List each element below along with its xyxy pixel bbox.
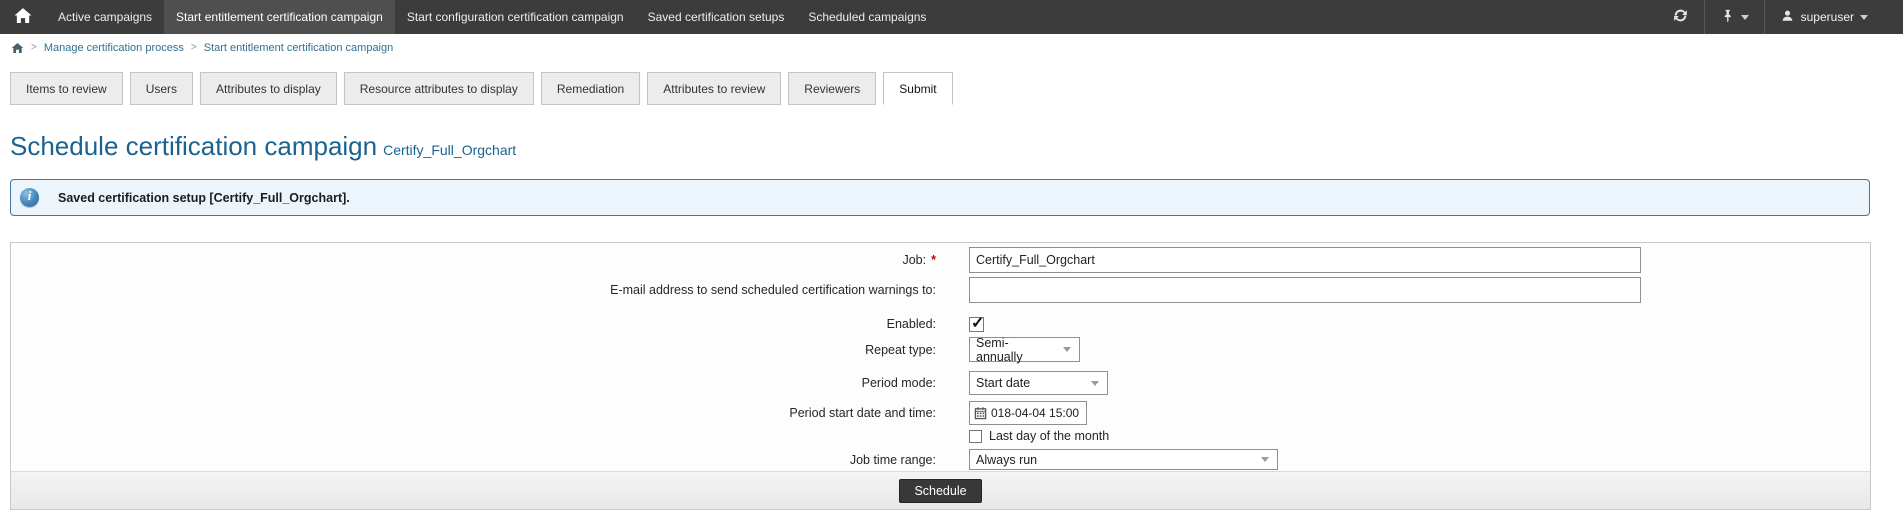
- tab-bar: Items to review Users Attributes to disp…: [10, 72, 1903, 105]
- breadcrumb-home-icon[interactable]: [11, 42, 24, 54]
- info-alert: Saved certification setup [Certify_Full_…: [10, 179, 1870, 216]
- last-day-label: Last day of the month: [989, 429, 1109, 443]
- top-nav-bar: Active campaigns Start entitlement certi…: [0, 0, 1903, 34]
- email-input[interactable]: [969, 277, 1641, 303]
- repeat-type-label: Repeat type:: [11, 343, 936, 357]
- tab-remediation[interactable]: Remediation: [541, 72, 640, 105]
- refresh-icon: [1672, 7, 1689, 27]
- chevron-down-icon: [1063, 347, 1071, 352]
- tab-users[interactable]: Users: [130, 72, 193, 105]
- last-day-checkbox[interactable]: [969, 430, 982, 443]
- job-label-text: Job:: [902, 253, 926, 267]
- tab-attributes-to-review[interactable]: Attributes to review: [647, 72, 781, 105]
- nav-active-campaigns[interactable]: Active campaigns: [46, 0, 164, 34]
- screen: Active campaigns Start entitlement certi…: [0, 0, 1903, 528]
- period-start-row: Period start date and time:: [11, 401, 1870, 425]
- schedule-form: Job: * E-mail address to send scheduled c…: [11, 243, 1870, 471]
- home-button[interactable]: [0, 0, 46, 34]
- tab-attributes-to-display[interactable]: Attributes to display: [200, 72, 337, 105]
- home-icon: [13, 7, 33, 27]
- nav-saved-certification-setups[interactable]: Saved certification setups: [636, 0, 797, 34]
- period-mode-select[interactable]: Start date: [969, 371, 1108, 395]
- schedule-form-panel: Job: * E-mail address to send scheduled c…: [10, 242, 1871, 510]
- tab-items-to-review[interactable]: Items to review: [10, 72, 123, 105]
- chevron-down-icon: [1261, 457, 1269, 462]
- period-start-label: Period start date and time:: [11, 406, 936, 420]
- breadcrumb-separator: >: [31, 42, 37, 53]
- tab-submit[interactable]: Submit: [883, 72, 952, 105]
- nav-scheduled-campaigns[interactable]: Scheduled campaigns: [796, 0, 938, 34]
- repeat-type-select[interactable]: Semi-annually: [969, 337, 1080, 362]
- chevron-down-icon: [1741, 15, 1749, 20]
- chevron-down-icon: [1091, 381, 1099, 386]
- job-label: Job: *: [11, 253, 936, 267]
- info-icon: [20, 188, 39, 207]
- chevron-down-icon: [1860, 15, 1868, 20]
- pin-menu-button[interactable]: [1705, 0, 1764, 34]
- period-mode-value: Start date: [976, 376, 1030, 390]
- nav-start-configuration-certification-campaign[interactable]: Start configuration certification campai…: [395, 0, 636, 34]
- info-alert-text: Saved certification setup [Certify_Full_…: [58, 191, 350, 205]
- calendar-icon: [974, 406, 987, 420]
- tab-resource-attributes-to-display[interactable]: Resource attributes to display: [344, 72, 534, 105]
- period-mode-row: Period mode: Start date: [11, 371, 1870, 395]
- job-time-range-select[interactable]: Always run: [969, 449, 1278, 470]
- job-input[interactable]: [969, 247, 1641, 273]
- nav-start-entitlement-certification-campaign[interactable]: Start entitlement certification campaign: [164, 0, 395, 34]
- period-mode-label: Period mode:: [11, 376, 936, 390]
- breadcrumb-link-start-entitlement-certification-campaign[interactable]: Start entitlement certification campaign: [204, 42, 394, 54]
- email-row: E-mail address to send scheduled certifi…: [11, 277, 1870, 303]
- pin-icon: [1720, 8, 1735, 27]
- enabled-label: Enabled:: [11, 317, 936, 331]
- page-title: Schedule certification campaign Certify_F…: [10, 132, 1903, 164]
- repeat-type-row: Repeat type: Semi-annually: [11, 337, 1870, 362]
- user-icon: [1780, 8, 1795, 26]
- page-title-text: Schedule certification campaign: [10, 131, 377, 161]
- period-start-date-input[interactable]: 018-04-04 15:00: [969, 401, 1087, 425]
- job-row: Job: *: [11, 247, 1870, 273]
- job-time-range-value: Always run: [976, 453, 1037, 467]
- tab-reviewers[interactable]: Reviewers: [788, 72, 876, 105]
- period-start-value: 018-04-04 15:00: [991, 406, 1079, 420]
- breadcrumb-separator: >: [191, 42, 197, 53]
- email-label: E-mail address to send scheduled certifi…: [11, 283, 936, 297]
- required-asterisk: *: [931, 253, 936, 267]
- last-day-row: Last day of the month: [11, 429, 1870, 443]
- page-subtitle: Certify_Full_Orgchart: [383, 142, 516, 158]
- enabled-checkbox[interactable]: [969, 317, 984, 332]
- refresh-button[interactable]: [1657, 0, 1704, 34]
- breadcrumb-link-manage-certification-process[interactable]: Manage certification process: [44, 42, 184, 54]
- user-menu-label: superuser: [1801, 10, 1854, 24]
- enabled-row: Enabled:: [11, 316, 1870, 332]
- user-menu[interactable]: superuser: [1765, 0, 1883, 34]
- topbar-right-group: superuser: [1657, 0, 1903, 34]
- repeat-type-value: Semi-annually: [976, 336, 1055, 364]
- job-time-range-label: Job time range:: [11, 453, 936, 467]
- breadcrumb: > Manage certification process > Start e…: [0, 34, 1903, 61]
- panel-footer: Schedule: [11, 471, 1870, 509]
- schedule-button[interactable]: Schedule: [899, 479, 981, 503]
- job-time-range-row: Job time range: Always run: [11, 449, 1870, 470]
